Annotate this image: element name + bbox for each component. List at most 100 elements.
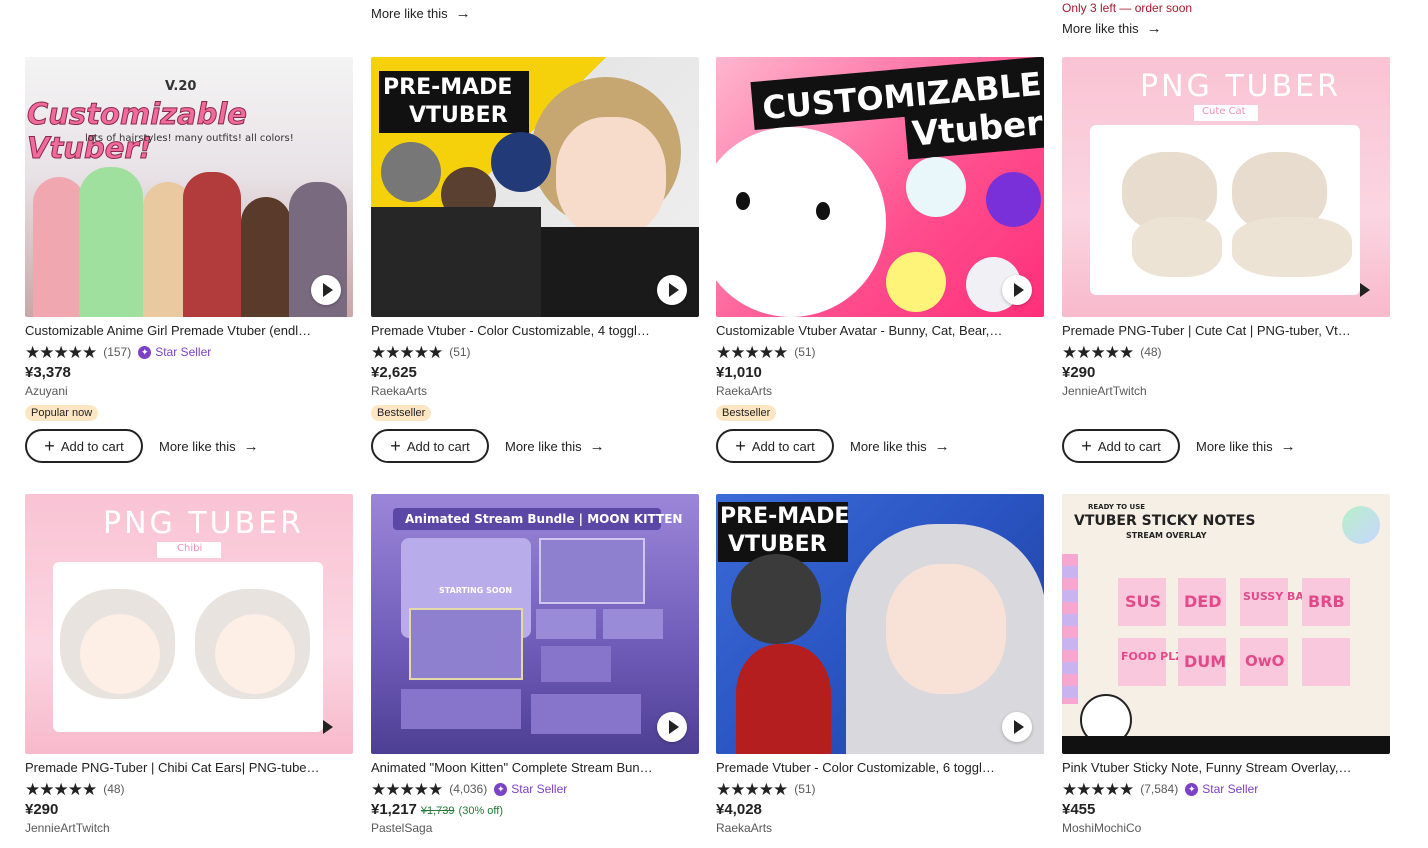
play-video-icon[interactable] — [657, 712, 687, 742]
overlay-preview — [409, 608, 523, 680]
listing-thumbnail[interactable]: READY TO USE VTUBER STICKY NOTES STREAM … — [1062, 494, 1390, 754]
star-seller-icon: ✦ — [494, 782, 508, 796]
arrow-right-icon: → — [455, 5, 471, 22]
price: ¥2,625 — [371, 364, 417, 381]
star-rating-icon: ★★★★★ — [25, 779, 97, 799]
rating-row: ★★★★★ (7,584) ✦ Star Seller — [1062, 780, 1390, 798]
listing-title[interactable]: Pink Vtuber Sticky Note, Funny Stream Ov… — [1062, 760, 1390, 777]
listing-title[interactable]: Animated "Moon Kitten" Complete Stream B… — [371, 760, 699, 777]
add-to-cart-button[interactable]: + Add to cart — [716, 429, 834, 463]
listing-card[interactable]: V.20 Customizable Vtuber! lots of hairst… — [25, 57, 353, 463]
review-count: (51) — [449, 345, 471, 359]
shop-name[interactable]: JennieArtTwitch — [25, 821, 353, 835]
character-art — [33, 157, 348, 317]
arrow-right-icon: → — [1280, 437, 1296, 455]
shop-name[interactable]: JennieArtTwitch — [1062, 384, 1390, 398]
play-video-icon[interactable] — [311, 712, 341, 742]
more-like-this-link[interactable]: More like this → — [159, 439, 259, 454]
footer-bar — [1062, 736, 1390, 754]
listing-title[interactable]: Customizable Vtuber Avatar - Bunny, Cat,… — [716, 323, 1044, 340]
shop-name[interactable]: RaekaArts — [371, 384, 699, 398]
price: ¥1,010 — [716, 364, 762, 381]
listing-thumbnail[interactable]: V.20 Customizable Vtuber! lots of hairst… — [25, 57, 353, 317]
listing-thumbnail[interactable]: PNG TUBER Cute Cat — [1062, 57, 1390, 317]
listing-thumbnail[interactable]: CUSTOMIZABLE Vtuber — [716, 57, 1044, 317]
shop-name[interactable]: RaekaArts — [716, 821, 1044, 835]
character-art — [1062, 57, 1390, 317]
listing-title[interactable]: Premade PNG-Tuber | Cute Cat | PNG-tuber… — [1062, 323, 1390, 340]
star-seller-badge: ✦ Star Seller — [138, 345, 211, 359]
listing-title[interactable]: Premade Vtuber - Color Customizable, 4 t… — [371, 323, 699, 340]
star-rating-icon: ★★★★★ — [716, 779, 788, 799]
listing-thumbnail[interactable]: Animated Stream Bundle | MOON KITTEN STA… — [371, 494, 699, 754]
star-seller-icon: ✦ — [138, 345, 152, 359]
add-to-cart-button[interactable]: + Add to cart — [1062, 429, 1180, 463]
play-video-icon[interactable] — [1348, 275, 1378, 305]
star-rating-icon: ★★★★★ — [371, 342, 443, 362]
listing-title[interactable]: Customizable Anime Girl Premade Vtuber (… — [25, 323, 353, 340]
rating-row: ★★★★★ (51) — [716, 780, 1044, 798]
sticky-note — [1302, 638, 1350, 686]
play-video-icon[interactable] — [1002, 275, 1032, 305]
review-count: (48) — [103, 782, 125, 796]
shop-name[interactable]: MoshiMochiCo — [1062, 821, 1390, 835]
play-video-icon[interactable] — [311, 275, 341, 305]
leaf-logo-icon — [1342, 506, 1380, 544]
overlay-preview — [539, 538, 645, 604]
price: ¥290 — [25, 801, 59, 818]
status-badge: Bestseller — [716, 405, 777, 421]
star-rating-icon: ★★★★★ — [716, 342, 788, 362]
rating-row: ★★★★★ (51) — [716, 343, 1044, 361]
review-count: (7,584) — [1140, 782, 1179, 796]
status-badge: Bestseller — [371, 405, 432, 421]
star-seller-icon: ✦ — [1185, 782, 1199, 796]
price: ¥455 — [1062, 801, 1096, 818]
discount-percent: (30% off) — [458, 805, 503, 817]
shop-name[interactable]: RaekaArts — [716, 384, 1044, 398]
status-badge: Popular now — [25, 405, 99, 421]
review-count: (48) — [1140, 345, 1162, 359]
shop-name[interactable]: Azuyani — [25, 384, 353, 398]
arrow-right-icon: → — [1146, 20, 1162, 37]
listing-thumbnail[interactable]: PRE-MADE VTUBER — [371, 57, 699, 317]
listing-title[interactable]: Premade Vtuber - Color Customizable, 6 t… — [716, 760, 1044, 777]
star-seller-badge: ✦ Star Seller — [494, 782, 567, 796]
overlay-preview — [401, 689, 521, 729]
listing-card[interactable]: PRE-MADE VTUBER Premade Vtuber - Color C… — [371, 57, 699, 463]
more-like-this-link-top-4[interactable]: More like this → — [1062, 21, 1162, 36]
more-like-this-link[interactable]: More like this → — [505, 439, 605, 454]
listing-card[interactable]: PNG TUBER Cute Cat Premade PNG-Tuber | C… — [1062, 57, 1390, 463]
rating-row: ★★★★★ (157) ✦ Star Seller — [25, 343, 353, 361]
character-art — [25, 494, 353, 754]
overlay-preview — [603, 609, 663, 639]
listing-title[interactable]: Premade PNG-Tuber | Chibi Cat Ears| PNG-… — [25, 760, 353, 777]
plus-icon: + — [390, 436, 401, 456]
review-count: (4,036) — [449, 782, 488, 796]
plus-icon: + — [735, 436, 746, 456]
listing-card[interactable]: CUSTOMIZABLE Vtuber Customizable Vtuber … — [716, 57, 1044, 463]
overlay-preview — [531, 694, 641, 734]
listing-card[interactable]: PNG TUBER Chibi Premade PNG-Tuber | Chib… — [25, 494, 353, 835]
overlay-preview — [536, 609, 596, 639]
play-video-icon[interactable] — [657, 275, 687, 305]
rating-row: ★★★★★ (48) — [1062, 343, 1390, 361]
more-like-this-link-top-2[interactable]: More like this → — [371, 6, 471, 21]
add-to-cart-button[interactable]: + Add to cart — [25, 429, 143, 463]
price: ¥290 — [1062, 364, 1096, 381]
star-rating-icon: ★★★★★ — [371, 779, 443, 799]
review-count: (51) — [794, 345, 816, 359]
play-video-icon[interactable] — [1002, 712, 1032, 742]
listing-card[interactable]: READY TO USE VTUBER STICKY NOTES STREAM … — [1062, 494, 1390, 835]
listing-card[interactable]: PRE-MADE VTUBER Premade Vtuber - Color C… — [716, 494, 1044, 835]
shop-name[interactable]: PastelSaga — [371, 821, 699, 835]
add-to-cart-button[interactable]: + Add to cart — [371, 429, 489, 463]
star-rating-icon: ★★★★★ — [25, 342, 97, 362]
character-art — [716, 494, 1044, 754]
listing-thumbnail[interactable]: PNG TUBER Chibi — [25, 494, 353, 754]
listing-card[interactable]: Animated Stream Bundle | MOON KITTEN STA… — [371, 494, 699, 835]
price: ¥3,378 — [25, 364, 71, 381]
character-art — [371, 57, 699, 317]
more-like-this-link[interactable]: More like this → — [850, 439, 950, 454]
more-like-this-link[interactable]: More like this → — [1196, 439, 1296, 454]
listing-thumbnail[interactable]: PRE-MADE VTUBER — [716, 494, 1044, 754]
